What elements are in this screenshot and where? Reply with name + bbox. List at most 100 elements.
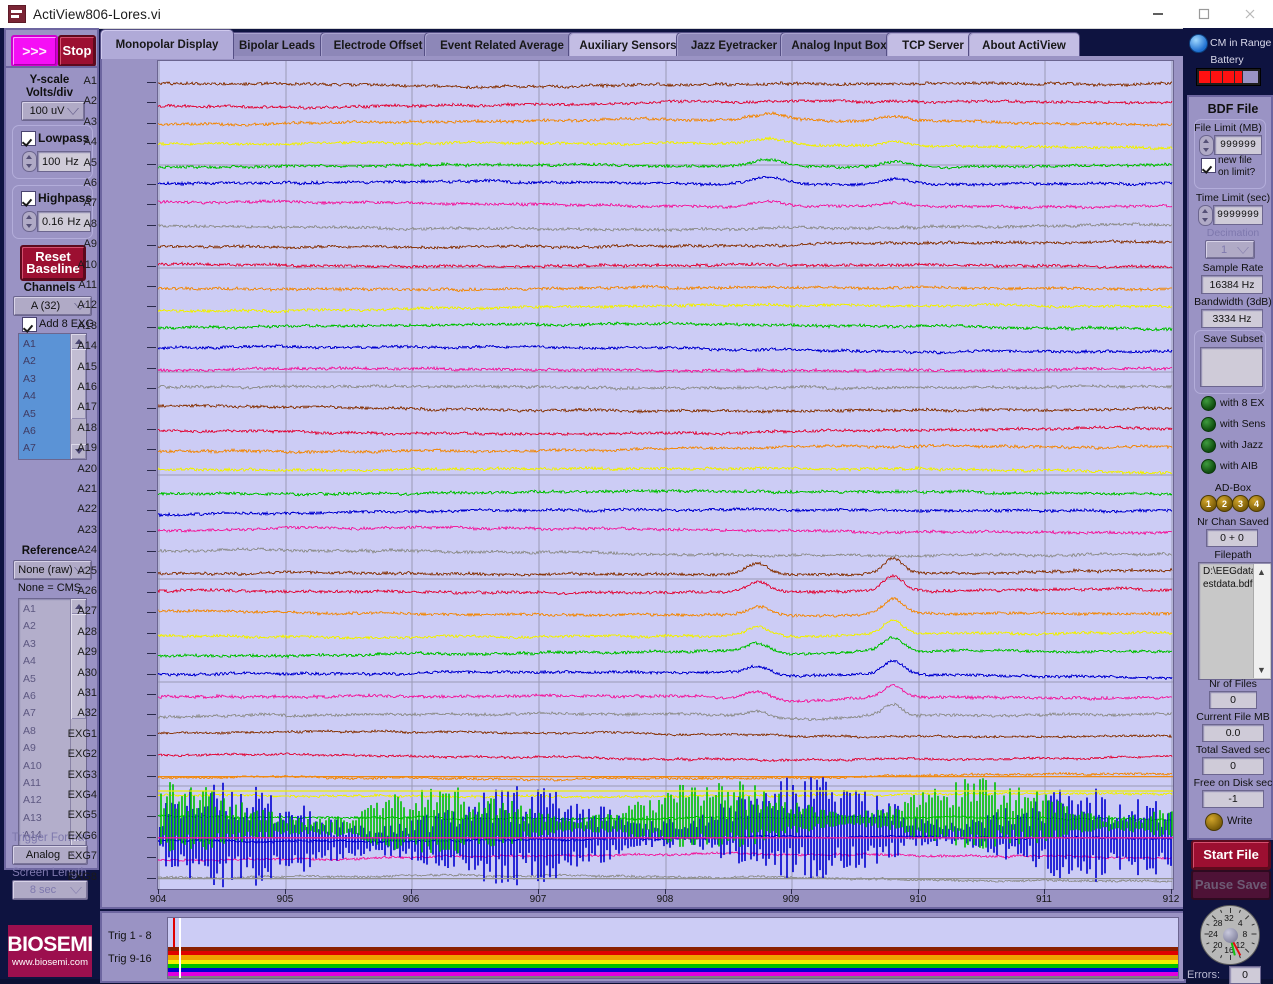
highpass-checkbox[interactable]: [21, 191, 36, 206]
tab-about-actiview[interactable]: About ActiView: [968, 32, 1080, 58]
file-limit-stepper[interactable]: [1199, 135, 1214, 156]
tab-jazz-eyetracker[interactable]: Jazz Eyetracker: [676, 32, 792, 58]
free-on-disk-label: Free on Disk sec: [1193, 777, 1273, 789]
time-tick-label: 905: [276, 894, 294, 905]
channel-tick: [147, 571, 156, 573]
time-tick-label: 907: [529, 894, 547, 905]
tab-bipolar-leads[interactable]: Bipolar Leads: [222, 32, 332, 58]
tab-electrode-offset[interactable]: Electrode Offset: [320, 32, 436, 58]
channel-tick: [147, 612, 156, 614]
battery-label: Battery: [1210, 54, 1244, 66]
time-gauge: 4 8 12 16 20 24 28 32: [1200, 905, 1260, 965]
highpass-stepper[interactable]: [22, 211, 37, 232]
channel-list-scrollbar[interactable]: [70, 334, 86, 459]
channel-tick: [147, 224, 156, 226]
adbox-button-4[interactable]: 4: [1248, 495, 1265, 512]
tab-event-related-average[interactable]: Event Related Average: [424, 32, 580, 58]
sample-rate-field: 16384 Hz: [1201, 275, 1263, 294]
bdf-panel: BDF File File Limit (MB) 999999 new file…: [1187, 95, 1273, 840]
adbox-button-1[interactable]: 1: [1200, 495, 1217, 512]
filepath-field[interactable]: D:\EEGdata\testdata.bdf: [1198, 562, 1272, 680]
biosemi-logo[interactable]: BIOSEMI www.biosemi.com: [7, 925, 93, 977]
channel-tick: [147, 816, 156, 818]
add-exg-checkbox[interactable]: [22, 317, 37, 332]
stop-button[interactable]: Stop: [58, 35, 96, 67]
time-axis: 904 905 906 907 908 909 910 911 912: [150, 889, 1179, 907]
channel-label-A25: A25: [77, 564, 97, 577]
errors-label: Errors:: [1187, 969, 1220, 981]
current-file-mb-field: 0.0: [1202, 724, 1264, 742]
channel-tick: [147, 836, 156, 838]
screen-length-select[interactable]: 8 sec: [12, 880, 88, 900]
channel-label-A6: A6: [83, 177, 97, 189]
tab-auxiliary-sensors[interactable]: Auxiliary Sensors: [568, 32, 688, 58]
chevron-down-icon: [70, 887, 82, 894]
channel-tick: [147, 408, 156, 410]
trigger-plot[interactable]: [167, 917, 1179, 979]
decimation-select[interactable]: 1: [1205, 240, 1255, 259]
tab-tcp-server[interactable]: TCP Server: [886, 32, 980, 58]
gauge-tick-label: 4: [1237, 917, 1243, 928]
trigger-cursor[interactable]: [179, 918, 181, 978]
free-on-disk-field: -1: [1202, 790, 1264, 808]
bdf-title: BDF File: [1207, 102, 1259, 116]
lowpass-checkbox[interactable]: [21, 131, 36, 146]
lowpass-stepper[interactable]: [22, 151, 37, 172]
channel-label-EXG7: EXG7: [67, 850, 97, 863]
time-tick-label: 906: [402, 894, 420, 905]
start-file-button[interactable]: Start File: [1191, 840, 1271, 870]
time-tick-label: 912: [1162, 894, 1180, 905]
time-limit-field[interactable]: 9999999: [1213, 205, 1263, 225]
tab-bar: Monopolar Display Bipolar Leads Electrode …: [100, 29, 1182, 59]
write-led: [1205, 813, 1223, 831]
channel-tick: [147, 551, 156, 553]
channel-label-A18: A18: [77, 421, 97, 434]
channel-label-A24: A24: [77, 544, 97, 557]
tab-analog-input-box[interactable]: Analog Input Box: [780, 32, 898, 58]
pause-save-button[interactable]: Pause Save: [1191, 870, 1271, 900]
maximize-icon[interactable]: [1181, 0, 1227, 28]
monopolar-display-pane: A1 A2 A3 A4 A5 A6 A7 A8 A9 A10 A11 A12 A13 A14 A15 A16 A…: [68, 56, 1186, 909]
channel-label-EXG6: EXG6: [67, 829, 97, 842]
new-file-on-limit-label: new file on limit?: [1218, 155, 1255, 178]
save-subset-field[interactable]: [1200, 347, 1263, 387]
channel-label-EXG3: EXG3: [67, 768, 97, 781]
channel-tick: [147, 530, 156, 532]
adbox-button-3[interactable]: 3: [1232, 495, 1249, 512]
time-tick-label: 909: [782, 894, 800, 905]
channel-tick: [147, 592, 156, 593]
channel-tick: [147, 102, 156, 104]
close-icon[interactable]: [1227, 0, 1273, 28]
filepath-label: Filepath: [1214, 549, 1252, 561]
channel-tick: [147, 796, 156, 797]
file-limit-field[interactable]: 999999: [1214, 135, 1262, 155]
filepath-scrollbar[interactable]: [1253, 564, 1270, 678]
channel-tick: [147, 449, 156, 451]
gauge-tick-label: 32: [1224, 913, 1234, 924]
eeg-plot[interactable]: [157, 60, 1174, 890]
channel-tick: [147, 694, 156, 695]
minimize-icon[interactable]: [1135, 0, 1181, 28]
tab-monopolar-display[interactable]: Monopolar Display: [100, 29, 234, 59]
new-file-on-limit-checkbox[interactable]: [1201, 158, 1216, 173]
option-led: [1201, 459, 1216, 474]
channel-label-A26: A26: [77, 585, 97, 597]
option-led: [1201, 417, 1216, 432]
channel-label-A5: A5: [83, 156, 97, 169]
channel-label-A4: A4: [83, 136, 97, 149]
channel-tick: [147, 286, 156, 287]
trigger-row2-label: Trig 9-16: [108, 953, 152, 965]
list-item[interactable]: A8: [19, 459, 71, 460]
window-title: ActiView806-Lores.vi: [33, 6, 161, 22]
run-button[interactable]: >>>: [11, 35, 58, 67]
channel-label-EXG8: EXG8: [67, 870, 97, 883]
channel-tick: [147, 184, 156, 185]
adbox-label: AD-Box: [1214, 482, 1252, 494]
total-saved-sec-field: 0: [1202, 757, 1264, 775]
battery-indicator: [1196, 68, 1261, 86]
adbox-button-2[interactable]: 2: [1216, 495, 1233, 512]
option-label: with Jazz: [1220, 439, 1264, 451]
gauge-tick-label: 28: [1213, 917, 1223, 928]
errors-field: 0: [1229, 966, 1261, 984]
time-limit-stepper[interactable]: [1198, 205, 1213, 226]
